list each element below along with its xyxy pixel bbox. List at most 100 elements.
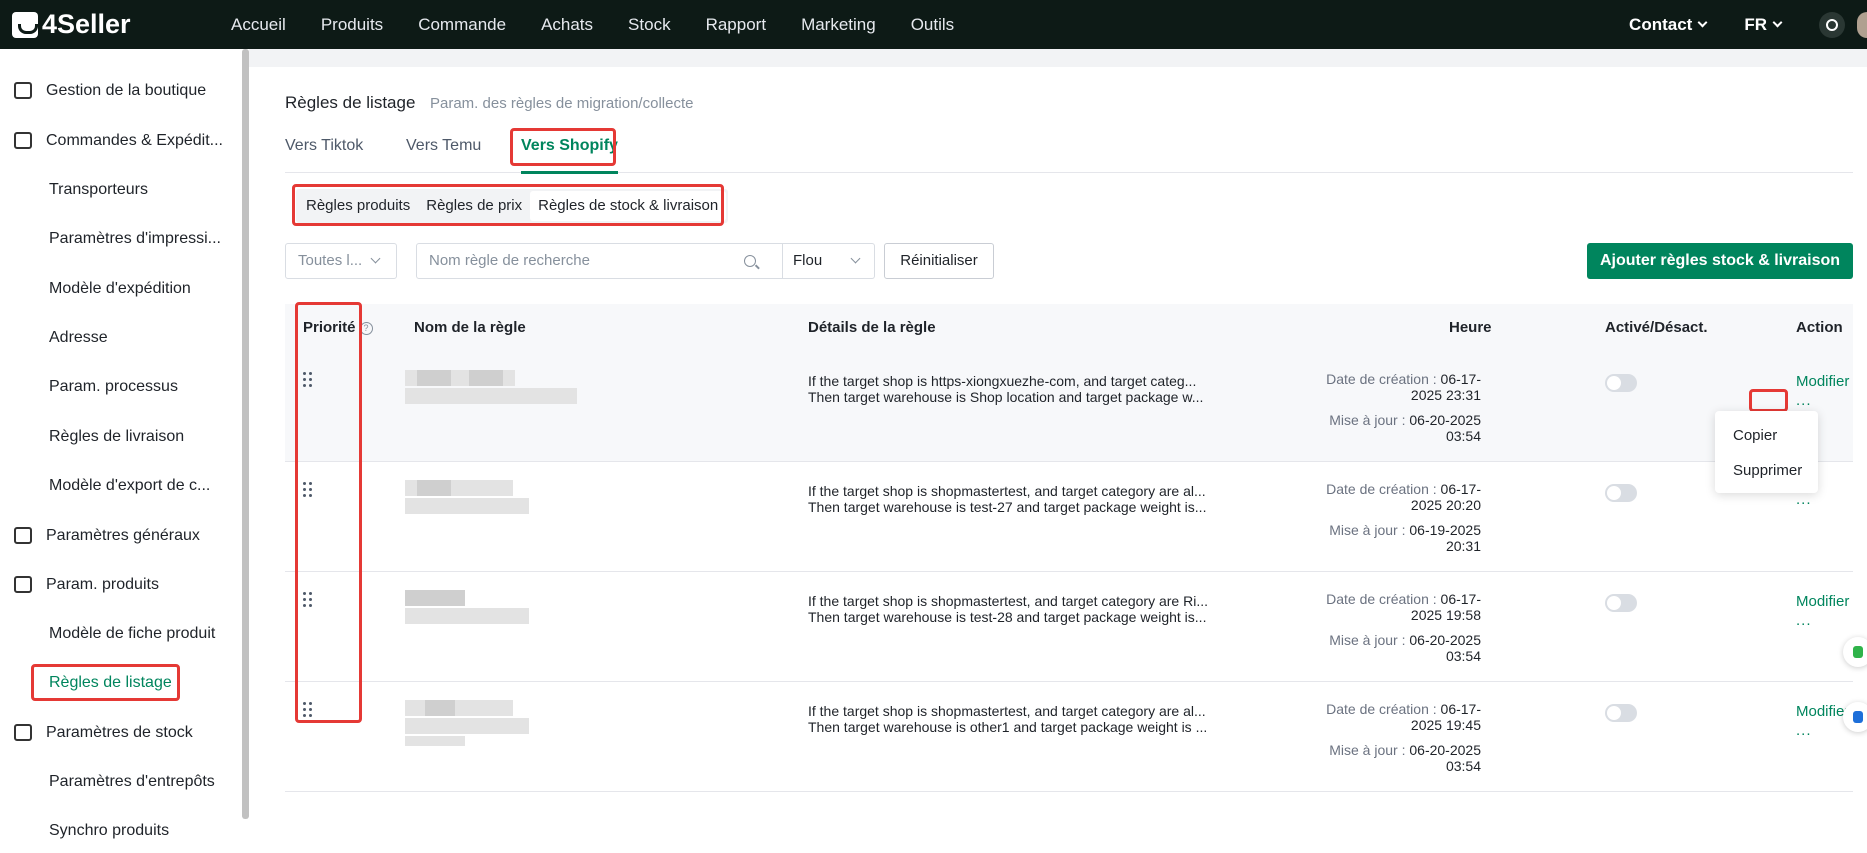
bag-icon bbox=[12, 11, 38, 38]
created-date: 06-17- bbox=[1440, 701, 1481, 717]
tab-tiktok[interactable]: Vers Tiktok bbox=[285, 137, 363, 173]
nav-produits[interactable]: Produits bbox=[321, 15, 383, 35]
sidebar-item-product-template[interactable]: Modèle de fiche produit bbox=[0, 612, 240, 656]
store-icon bbox=[14, 82, 32, 99]
sidebar-item-label: Synchro produits bbox=[49, 822, 170, 839]
nav-marketing[interactable]: Marketing bbox=[801, 15, 876, 35]
contact-menu[interactable]: Contact bbox=[1629, 14, 1708, 35]
add-rule-button[interactable]: Ajouter règles stock & livraison bbox=[1587, 243, 1853, 279]
table-row: If the target shop is shopmastertest, an… bbox=[285, 682, 1853, 792]
chevron-down-icon bbox=[1697, 17, 1708, 28]
tab-temu[interactable]: Vers Temu bbox=[406, 137, 481, 173]
search-icon[interactable] bbox=[744, 255, 756, 267]
nav-commande[interactable]: Commande bbox=[418, 15, 506, 35]
chat-icon bbox=[1853, 711, 1863, 723]
contact-label: Contact bbox=[1629, 14, 1693, 34]
brand-name: 4Seller bbox=[42, 9, 131, 39]
created-time: 2025 19:58 bbox=[1410, 607, 1481, 623]
sidebar-item-label: Paramètres généraux bbox=[46, 527, 200, 544]
sidebar-item-shop[interactable]: Gestion de la boutique bbox=[0, 69, 240, 113]
match-mode-select[interactable]: Flou bbox=[783, 243, 875, 279]
updated-time: 03:54 bbox=[1445, 758, 1481, 774]
updated-date: 06-20-2025 bbox=[1409, 742, 1481, 758]
search-input[interactable]: Nom règle de recherche bbox=[416, 243, 783, 279]
updated-date: 06-20-2025 bbox=[1409, 412, 1481, 428]
more-actions-dropdown: Copier Supprimer bbox=[1715, 411, 1818, 493]
status-toggle[interactable] bbox=[1605, 484, 1637, 502]
sidebar-item-orders[interactable]: Commandes & Expédit... bbox=[0, 119, 240, 163]
sidebar-item-warehouse-settings[interactable]: Paramètres d'entrepôts bbox=[0, 760, 240, 804]
status-toggle[interactable] bbox=[1605, 704, 1637, 722]
chat-widget[interactable] bbox=[1843, 702, 1867, 732]
highlight-box bbox=[1749, 389, 1788, 412]
status-toggle[interactable] bbox=[1605, 374, 1637, 392]
sidebar-item-shipping-rules[interactable]: Règles de livraison bbox=[0, 415, 240, 459]
content-gap bbox=[249, 49, 1867, 67]
more-actions-button[interactable]: ... bbox=[1796, 722, 1812, 739]
created-label: Date de création : bbox=[1326, 481, 1437, 497]
modify-link[interactable]: Modifier bbox=[1796, 703, 1849, 720]
highlight-box bbox=[510, 128, 616, 166]
shop-select[interactable]: Toutes l... bbox=[285, 243, 397, 279]
modify-link[interactable]: Modifier bbox=[1796, 593, 1849, 610]
sidebar-item-process[interactable]: Param. processus bbox=[0, 365, 240, 409]
sidebar-item-product-settings[interactable]: Param. produits bbox=[0, 563, 240, 607]
sidebar-item-stock-settings[interactable]: Paramètres de stock bbox=[0, 711, 240, 755]
avatar[interactable] bbox=[1857, 11, 1867, 38]
support-widget[interactable] bbox=[1843, 637, 1867, 667]
order-icon bbox=[14, 132, 32, 149]
rule-detail-line: Then target warehouse is test-27 and tar… bbox=[808, 499, 1207, 515]
upload-box-icon bbox=[14, 576, 32, 593]
status-toggle[interactable] bbox=[1605, 594, 1637, 612]
sidebar-item-general[interactable]: Paramètres généraux bbox=[0, 514, 240, 558]
modify-link[interactable]: Modifier bbox=[1796, 373, 1849, 390]
more-actions-button[interactable]: ... bbox=[1796, 392, 1812, 409]
created-time: 2025 19:45 bbox=[1410, 717, 1481, 733]
header-details: Détails de la règle bbox=[808, 319, 936, 336]
updated-label: Mise à jour : bbox=[1329, 742, 1406, 758]
more-actions-button[interactable]: ... bbox=[1796, 612, 1812, 629]
created-label: Date de création : bbox=[1326, 701, 1437, 717]
sidebar-item-export-template[interactable]: Modèle d'export de c... bbox=[0, 464, 240, 508]
highlight-box bbox=[292, 184, 724, 226]
sidebar-item-label: Modèle d'expédition bbox=[49, 280, 191, 297]
header-name: Nom de la règle bbox=[414, 319, 526, 336]
sidebar-item-label: Gestion de la boutique bbox=[46, 82, 207, 99]
created-date: 06-17- bbox=[1440, 481, 1481, 497]
settings-button[interactable] bbox=[1819, 11, 1845, 38]
highlight-box bbox=[295, 302, 362, 723]
sidebar-item-address[interactable]: Adresse bbox=[0, 316, 240, 360]
sidebar-item-product-sync[interactable]: Synchro produits bbox=[0, 809, 240, 853]
nav-rapport[interactable]: Rapport bbox=[706, 15, 766, 35]
warehouse-icon bbox=[14, 724, 32, 741]
sidebar-item-print-settings[interactable]: Paramètres d'impressi... bbox=[0, 217, 240, 261]
copy-menu-item[interactable]: Copier bbox=[1733, 427, 1777, 444]
delete-menu-item[interactable]: Supprimer bbox=[1733, 462, 1802, 479]
sidebar-item-carriers[interactable]: Transporteurs bbox=[0, 168, 240, 212]
rule-time: Date de création : 06-17- 2025 19:45 Mis… bbox=[1326, 701, 1481, 774]
rule-detail-line: Then target warehouse is Shop location a… bbox=[808, 389, 1204, 405]
brand-logo[interactable]: 4Seller bbox=[12, 9, 212, 40]
updated-time: 03:54 bbox=[1445, 648, 1481, 664]
match-mode-value: Flou bbox=[793, 252, 823, 269]
sidebar: Gestion de la boutique Commandes & Expéd… bbox=[0, 49, 249, 853]
sidebar-item-label: Paramètres de stock bbox=[46, 724, 193, 741]
language-menu[interactable]: FR bbox=[1744, 15, 1783, 35]
main-nav: Accueil Produits Commande Achats Stock R… bbox=[231, 15, 989, 35]
updated-label: Mise à jour : bbox=[1329, 522, 1406, 538]
sidebar-scrollbar[interactable] bbox=[242, 49, 249, 819]
nav-accueil[interactable]: Accueil bbox=[231, 15, 286, 35]
highlight-box bbox=[31, 664, 180, 701]
page-title: Règles de listage bbox=[285, 93, 416, 112]
shop-select-value: Toutes l... bbox=[298, 252, 363, 269]
sidebar-item-label: Paramètres d'impressi... bbox=[49, 230, 221, 247]
rule-time: Date de création : 06-17- 2025 23:31 Mis… bbox=[1326, 371, 1481, 444]
nav-stock[interactable]: Stock bbox=[628, 15, 671, 35]
sidebar-item-shipping-template[interactable]: Modèle d'expédition bbox=[0, 267, 240, 311]
nav-outils[interactable]: Outils bbox=[911, 15, 954, 35]
updated-time: 03:54 bbox=[1445, 428, 1481, 444]
nav-achats[interactable]: Achats bbox=[541, 15, 593, 35]
reset-button[interactable]: Réinitialiser bbox=[884, 243, 994, 279]
header-time: Heure bbox=[1449, 319, 1492, 336]
more-actions-button[interactable]: ... bbox=[1796, 491, 1812, 508]
